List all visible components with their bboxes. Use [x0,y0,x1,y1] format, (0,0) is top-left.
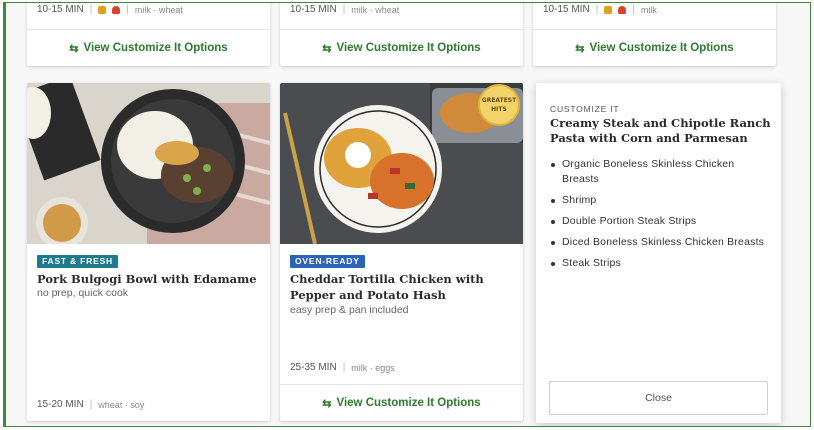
recipe-card-top-2[interactable]: 10-15 MIN | milk · wheat ⇆ View Customiz… [280,3,523,66]
bulgogi-bowl-image [27,83,270,244]
view-customize-button[interactable]: ⇆ View Customize It Options [533,29,776,66]
recipe-subtitle: easy prep & pan included [290,304,409,316]
cook-time: 10-15 MIN [543,4,590,15]
chef-hat-icon [604,5,613,14]
allergen-tags: wheat · soy [98,399,145,410]
customize-option: Steak Strips [550,256,765,271]
category-badge: OVEN-READY [290,255,365,268]
recipe-card-pork-bulgogi[interactable]: FAST & FRESH Pork Bulgogi Bowl with Edam… [27,83,270,421]
recipe-meta: 10-15 MIN | | milk [543,4,657,15]
heart-icon [112,5,121,14]
allergen-tags: milk · wheat [351,4,400,15]
customize-it-panel: CUSTOMIZE IT Creamy Steak and Chipotle R… [536,83,781,423]
view-customize-label: View Customize It Options [336,397,481,409]
recipe-title[interactable]: Pork Bulgogi Bowl with Edamame [37,271,260,287]
heart-icon [618,5,627,14]
cook-time: 10-15 MIN [37,4,84,15]
panel-label: CUSTOMIZE IT [550,104,620,114]
divider: | [126,4,129,15]
svg-text:HITS: HITS [491,106,507,113]
divider: | [89,399,93,410]
view-customize-label: View Customize It Options [336,42,481,54]
recipe-grid: 10-15 MIN | | milk · wheat ⇆ View Custom… [3,2,811,427]
recipe-meta: 10-15 MIN | | milk · wheat [37,4,183,15]
cook-time: 15-20 MIN [37,399,84,410]
category-badge: FAST & FRESH [37,255,118,268]
recipe-card-top-3[interactable]: 10-15 MIN | | milk ⇆ View Customize It O… [533,3,776,66]
close-button[interactable]: Close [549,381,768,415]
swap-icon: ⇆ [322,397,332,410]
customize-option: Organic Boneless Skinless Chicken Breast… [550,157,765,187]
recipe-meta: 10-15 MIN | milk · wheat [290,4,399,15]
allergen-tags: milk [640,4,657,15]
allergen-tags: milk · wheat [134,4,183,15]
swap-icon: ⇆ [575,42,585,55]
view-customize-label: View Customize It Options [589,42,734,54]
view-customize-button[interactable]: ⇆ View Customize It Options [280,29,523,66]
cheddar-chicken-image: GREATEST HITS [280,83,523,244]
panel-title: Creamy Steak and Chipotle Ranch Pasta wi… [550,116,771,145]
customize-option: Double Portion Steak Strips [550,214,765,229]
customize-option: Shrimp [550,193,765,208]
cook-time: 10-15 MIN [290,4,337,15]
recipe-photo[interactable]: GREATEST HITS [280,83,523,244]
view-customize-button[interactable]: ⇆ View Customize It Options [280,384,523,421]
recipe-card-top-1[interactable]: 10-15 MIN | | milk · wheat ⇆ View Custom… [27,3,270,66]
divider: | [632,4,635,15]
view-customize-button[interactable]: ⇆ View Customize It Options [27,29,270,66]
recipe-photo[interactable] [27,83,270,244]
chef-hat-icon [98,5,107,14]
svg-text:GREATEST: GREATEST [482,97,517,104]
customize-options-list: Organic Boneless Skinless Chicken Breast… [550,157,765,277]
view-customize-label: View Customize It Options [83,42,228,54]
allergen-tags: milk · eggs [351,362,395,373]
recipe-subtitle: no prep, quick cook [37,287,129,299]
swap-icon: ⇆ [322,42,332,55]
divider: | [342,362,346,373]
customize-option: Diced Boneless Skinless Chicken Breasts [550,235,765,250]
cook-time: 25-35 MIN [290,362,337,373]
divider: | [595,4,599,15]
recipe-meta: 25-35 MIN | milk · eggs [290,362,395,373]
recipe-title[interactable]: Cheddar Tortilla Chicken with Pepper and… [290,271,513,303]
divider: | [342,4,346,15]
divider: | [89,4,93,15]
swap-icon: ⇆ [69,42,79,55]
recipe-card-cheddar-tortilla-chicken[interactable]: GREATEST HITS OVEN-READY Cheddar Tortill… [280,83,523,421]
recipe-meta: 15-20 MIN | wheat · soy [37,399,144,410]
